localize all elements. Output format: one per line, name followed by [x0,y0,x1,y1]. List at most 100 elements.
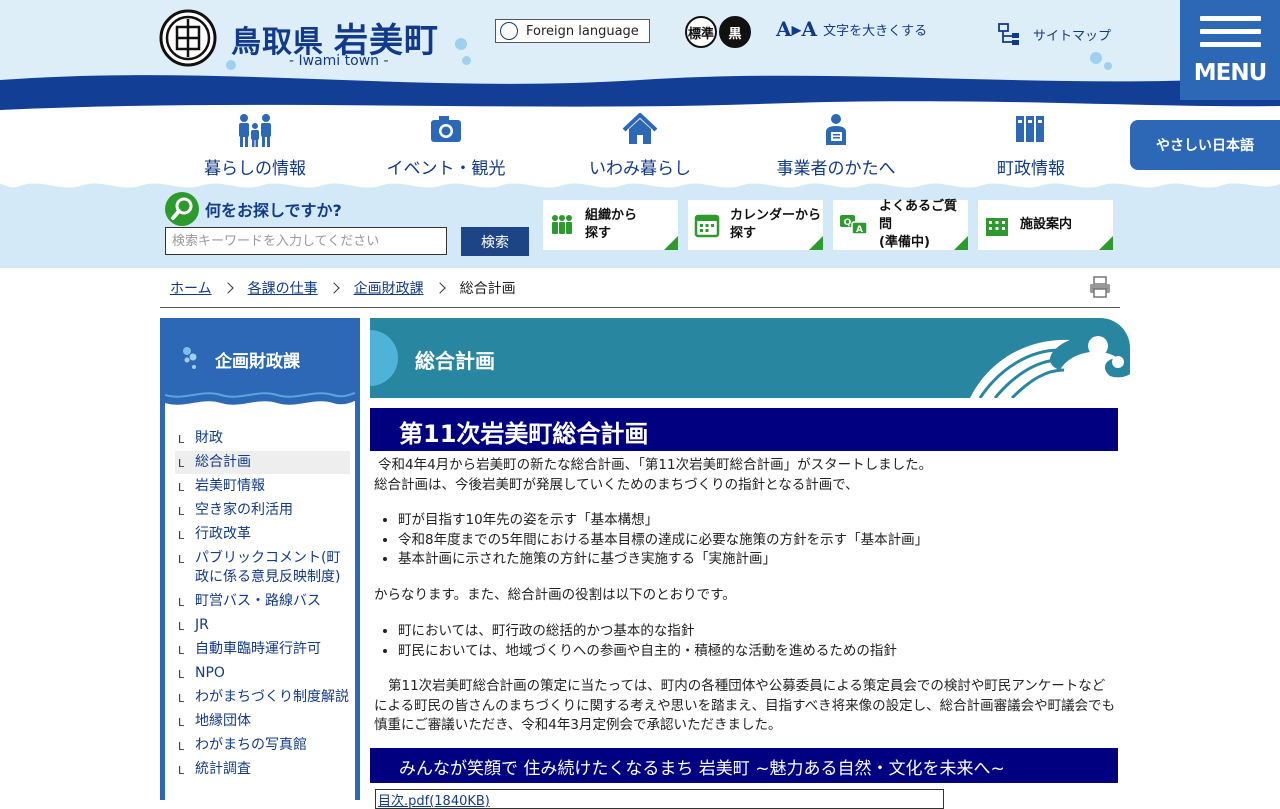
page-title-banner: 総合計画 [370,318,1130,398]
search-band: 何をお探しですか? 検索 組織から 探す カレンダーから 探す Q A よくある… [0,178,1280,268]
easy-japanese-button[interactable]: やさしい日本語 [1130,120,1280,170]
gnav-item-town-admin[interactable]: 町政情報 [941,112,1121,182]
text-size-icon: A▸A [776,17,818,41]
list-item: 町においては、町行政の総括的かつ基本的な指針 [398,622,1124,642]
side-nav: 企画財政課 財政総合計画岩美町情報空き家の利活用行政改革パブリックコメント(町政… [160,318,360,800]
search-title-text: 何をお探しですか? [205,201,342,220]
gnav-item-iwami-life[interactable]: いわみ暮らし [550,112,730,182]
paragraph: 総合計画は、今後岩美町が発展していくためのまちづくりの指針となる計画で、 [374,476,859,493]
breadcrumb-current: 総合計画 [459,280,516,297]
side-nav-item[interactable]: 地縁団体 [175,710,350,733]
quick-link-label: 施設案内 [1020,217,1073,232]
list-item: 基本計画に示された施策の方針に基づき実施する「実施計画」 [398,550,1124,570]
corner-arrow-icon [664,236,678,250]
gnav-label: 町政情報 [997,159,1065,179]
foreign-language-label: Foreign language [526,23,639,39]
side-nav-item[interactable]: わがまちの写真館 [175,734,350,757]
intro-text: 令和4年4月から岩美町の新たな総合計画、「第11次岩美町総合計画」がスタートしま… [374,456,1124,495]
svg-text:A: A [856,225,863,235]
breadcrumb: ホーム 各課の仕事 企画財政課 総合計画 [160,268,1120,308]
bubble-decoration [1090,52,1102,64]
text-size-button[interactable]: A▸A 文字を大きくする [776,17,927,41]
quick-link-calendar[interactable]: カレンダーから 探す [688,200,823,250]
page-title: 総合計画 [415,349,495,373]
paragraph: 令和4年4月から岩美町の新たな総合計画、「第11次岩美町総合計画」がスタートしま… [378,457,933,473]
gnav-item-living[interactable]: 暮らしの情報 [165,112,345,182]
quick-link-label: 組織から 探す [585,208,638,241]
hamburger-icon [1200,16,1261,55]
gnav-label: 暮らしの情報 [204,159,306,179]
contrast-black-button[interactable]: 黒 [719,16,751,48]
gnav-item-business[interactable]: 事業者のかたへ [746,112,926,182]
header-wave [0,75,1280,112]
gnav-label: 事業者のかたへ [776,159,896,179]
print-icon[interactable] [1089,276,1111,298]
sitemap-label: サイトマップ [1033,28,1112,44]
quick-link-faq[interactable]: Q A よくあるご質問 (準備中) [833,199,968,250]
site-subtitle: - Iwami town - [289,53,389,69]
foreign-language-select[interactable]: Foreign language [495,19,650,43]
business-person-icon [826,114,846,145]
side-nav-item[interactable]: 空き家の利活用 [175,499,350,522]
side-nav-item[interactable]: 行政改革 [175,523,350,546]
side-nav-item[interactable]: パブリックコメント(町政に係る意見反映制度) [175,547,350,589]
bubble-decoration [226,60,236,70]
svg-text:Q: Q [844,218,852,228]
search-button[interactable]: 検索 [461,227,529,256]
chevron-right-icon [221,281,234,294]
quick-link-label: カレンダーから 探す [730,208,822,241]
search-heading: 何をお探しですか? [165,192,342,226]
bubble-decoration [455,38,467,50]
building-icon [986,218,1008,236]
pdf-download-link[interactable]: 目次.pdf(1840KB) [375,789,944,809]
calendar-icon [694,214,720,238]
corner-arrow-icon [1099,236,1113,250]
globe-icon [500,22,518,40]
side-nav-item[interactable]: 自動車臨時運行許可 [175,638,350,661]
menu-button[interactable]: MENU [1180,0,1280,100]
sitemap-icon [998,23,1019,45]
quick-link-organization[interactable]: 組織から 探す [543,200,678,250]
side-nav-item[interactable]: 財政 [175,427,350,450]
plan-role-list: 町においては、町行政の総括的かつ基本的な指針 町民においては、地域づくりへの参画… [374,622,1124,661]
side-nav-item[interactable]: JR [175,614,350,637]
qa-icon: Q A [840,215,868,235]
plan-structure-list: 町が目指す10年先の姿を示す「基本構想」 令和8年度までの5年間における基本目標… [374,511,1124,570]
camera-icon [431,116,461,142]
section-heading-vision: みんなが笑顔で 住み続けたくなるまち 岩美町 ~魅力ある自然・文化を未来へ~ [370,748,1118,783]
chevron-right-icon [433,281,446,294]
side-nav-item[interactable]: 岩美町情報 [175,475,350,498]
side-nav-header: 企画財政課 [165,323,355,418]
section-heading-plan: 第11次岩美町総合計画 [370,408,1118,451]
house-icon [622,113,658,144]
side-nav-item[interactable]: 統計調査 [175,758,350,781]
contrast-standard-button[interactable]: 標準 [685,16,717,48]
list-item: 町が目指す10年先の姿を示す「基本構想」 [398,511,1124,531]
site-logo[interactable]: 鳥取県 岩美町 - Iwami town - [159,9,449,71]
breadcrumb-section[interactable]: 各課の仕事 [248,278,318,298]
menu-label: MENU [1193,60,1268,86]
people-icon [552,215,572,234]
gnav-label: いわみ暮らし [589,159,691,179]
side-nav-item[interactable]: 町営バス・路線バス [175,590,350,613]
side-nav-item[interactable]: わがまちづくり制度解説 [175,686,350,709]
list-item: 町民においては、地域づくりへの参画や自主的・積極的な活動を進めるための指針 [398,642,1124,662]
corner-arrow-icon [809,236,823,250]
text-size-label: 文字を大きくする [823,23,928,39]
sitemap-link[interactable]: サイトマップ [997,22,1111,46]
side-nav-item[interactable]: 総合計画 [175,451,350,474]
gnav-item-events[interactable]: イベント・観光 [356,112,536,182]
color-contrast-switch: 標準 黒 [685,16,751,48]
site-header: 鳥取県 岩美町 - Iwami town - Foreign language 標… [0,0,1280,112]
side-nav-title: 企画財政課 [215,352,300,372]
breadcrumb-department[interactable]: 企画財政課 [354,278,424,298]
list-item: 令和8年度までの5年間における基本目標の達成に必要な施策の方針を示す「基本計画」 [398,531,1124,551]
side-nav-item[interactable]: NPO [175,662,350,685]
search-wave [0,178,1280,188]
chevron-right-icon [327,281,340,294]
breadcrumb-home[interactable]: ホーム [170,278,212,298]
search-input[interactable] [165,227,447,255]
quick-link-facilities[interactable]: 施設案内 [978,200,1113,250]
bubble-decoration [1104,62,1112,70]
global-nav: 暮らしの情報 イベント・観光 いわみ暮らし 事業者のかたへ 町政情報 [0,112,1280,187]
